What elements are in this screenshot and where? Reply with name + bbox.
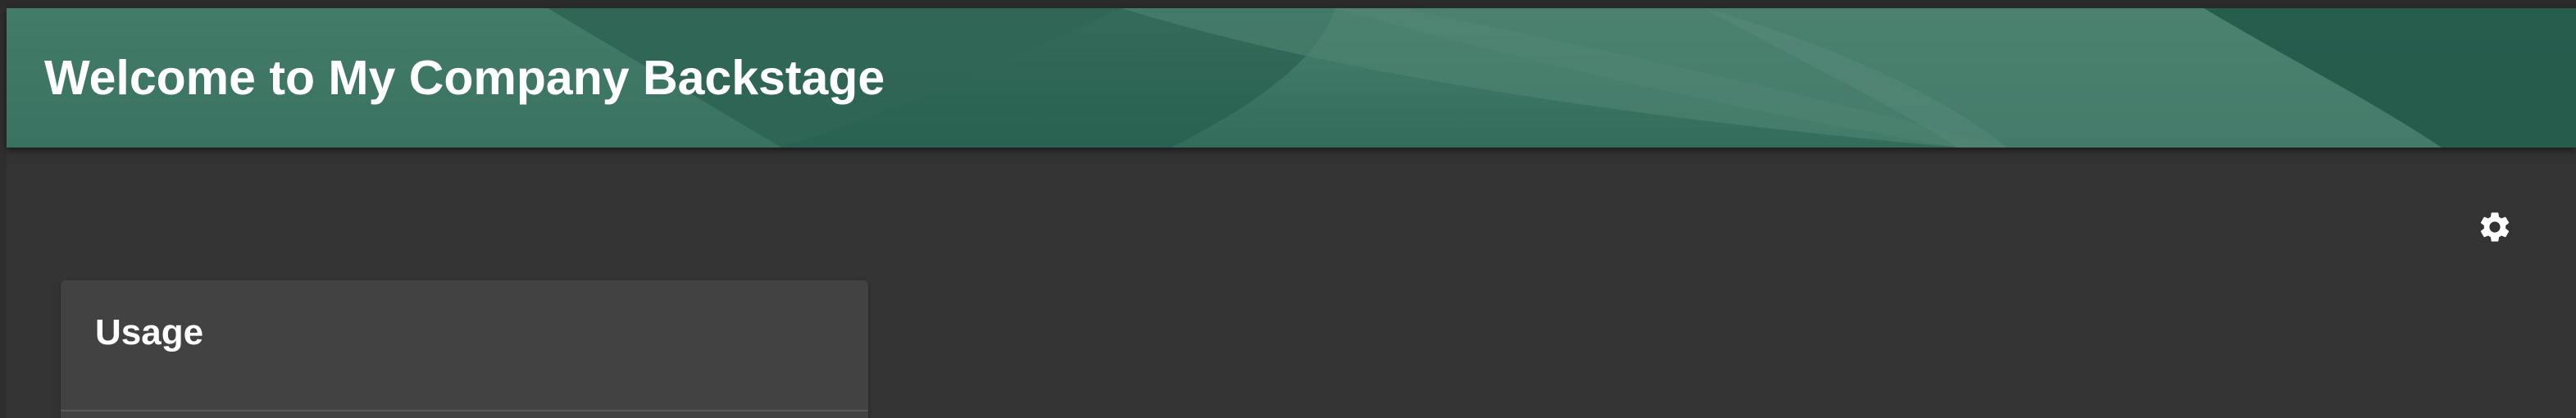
gear-icon [2480, 212, 2510, 242]
top-window-edge [0, 0, 2576, 8]
left-sidebar-edge [0, 8, 7, 418]
card-divider [61, 410, 868, 411]
page-header: Welcome to My Company Backstage [7, 8, 2576, 148]
page-title: Welcome to My Company Backstage [44, 51, 885, 105]
usage-card: Usage [61, 280, 868, 418]
backstage-home-page: Welcome to My Company Backstage Usage [0, 0, 2576, 418]
usage-card-title: Usage [95, 312, 204, 352]
settings-button[interactable] [2474, 207, 2515, 248]
